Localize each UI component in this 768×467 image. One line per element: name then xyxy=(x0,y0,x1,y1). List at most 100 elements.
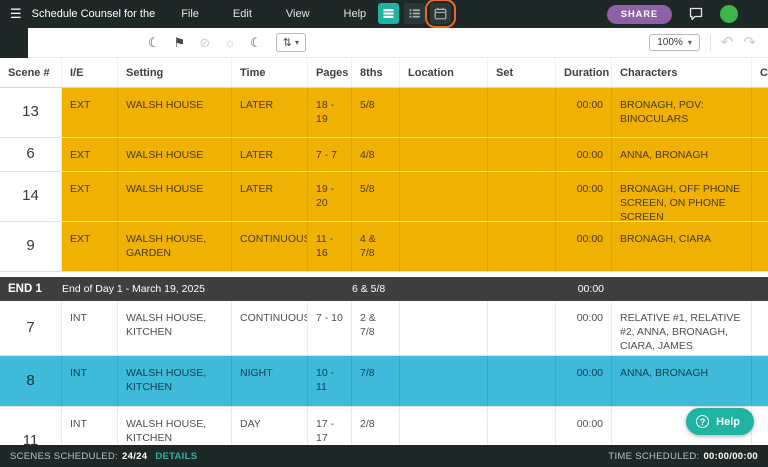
characters-cell: ANNA, BRONAGH xyxy=(612,138,752,171)
scene-row-11[interactable]: 11 INT WALSH HOUSE, KITCHEN DAY 17 - 17 … xyxy=(0,407,768,445)
scene-row-8[interactable]: 8 INT WALSH HOUSE, KITCHEN NIGHT 10 - 11… xyxy=(0,356,768,407)
help-button[interactable]: ? Help xyxy=(686,408,754,435)
calendar-view-button[interactable] xyxy=(430,3,451,24)
setting-cell: WALSH HOUSE, KITCHEN xyxy=(118,407,232,445)
location-cell xyxy=(400,301,488,355)
ie-cell: EXT xyxy=(62,88,118,137)
menu-help[interactable]: Help xyxy=(344,8,367,20)
moon-icon[interactable]: ☾ xyxy=(250,35,262,51)
setting-cell: WALSH HOUSE, KITCHEN xyxy=(118,356,232,406)
toolbar-right-group: 100% ▾ ↶ ↷ xyxy=(649,34,768,51)
setting-cell: WALSH HOUSE xyxy=(118,172,232,221)
setting-cell: WALSH HOUSE, GARDEN xyxy=(118,222,232,271)
app-window: ☰ Schedule Counsel for the File Edit Vie… xyxy=(0,0,768,467)
time-cell: NIGHT xyxy=(232,356,308,406)
calendar-icon xyxy=(434,7,447,20)
details-link[interactable]: DETAILS xyxy=(155,451,197,462)
topbar-right-group: SHARE xyxy=(607,0,738,28)
location-cell xyxy=(400,356,488,406)
day-break-row[interactable]: END 1 End of Day 1 - March 19, 2025 6 & … xyxy=(0,277,768,301)
time-cell: LATER xyxy=(232,88,308,137)
scene-number: 14 xyxy=(0,172,62,221)
schedule-toolbar: ☾ ⚑ ⊘ ☼ ☾ ⇅ ▾ 100% ▾ ↶ ↷ xyxy=(0,28,768,58)
col-set: Set xyxy=(488,58,556,87)
col-scene: Scene # xyxy=(0,58,62,87)
8ths-cell: 5/8 xyxy=(352,88,400,137)
setting-cell: WALSH HOUSE xyxy=(118,138,232,171)
day-break-duration: 00:00 xyxy=(556,283,612,295)
avatar[interactable] xyxy=(720,5,738,23)
menu-edit[interactable]: Edit xyxy=(233,8,252,20)
scene-number: 9 xyxy=(0,222,62,271)
ie-cell: INT xyxy=(62,356,118,406)
day-night-icon[interactable]: ☾ xyxy=(148,35,160,51)
scene-row-14[interactable]: 14 EXT WALSH HOUSE LATER 19 - 20 5/8 00:… xyxy=(0,172,768,222)
toolbar-icon-group: ☾ ⚑ ⊘ ☼ ☾ ⇅ ▾ xyxy=(148,33,306,52)
help-label: Help xyxy=(716,416,740,428)
view-toggle-group xyxy=(378,3,451,24)
co-cell xyxy=(752,356,768,406)
sort-icon: ⇅ xyxy=(283,36,292,49)
duration-cell: 00:00 xyxy=(556,88,612,137)
ie-cell: EXT xyxy=(62,138,118,171)
stripboard-icon xyxy=(382,7,395,20)
co-cell xyxy=(752,407,768,445)
scene-row-13[interactable]: 13 EXT WALSH HOUSE LATER 18 - 19 5/8 00:… xyxy=(0,88,768,138)
scene-row-7[interactable]: 7 INT WALSH HOUSE, KITCHEN CONTINUOUS 7 … xyxy=(0,301,768,356)
scene-row-6[interactable]: 6 EXT WALSH HOUSE LATER 7 - 7 4/8 00:00 … xyxy=(0,138,768,172)
set-cell xyxy=(488,138,556,171)
scene-row-9[interactable]: 9 EXT WALSH HOUSE, GARDEN CONTINUOUS 11 … xyxy=(0,222,768,272)
zoom-select[interactable]: 100% ▾ xyxy=(649,34,700,51)
characters-cell: RELATIVE #1, RELATIVE #2, ANNA, BRONAGH,… xyxy=(612,301,752,355)
duration-cell: 00:00 xyxy=(556,172,612,221)
day-break-label: END 1 xyxy=(0,283,62,295)
menu-file[interactable]: File xyxy=(181,8,199,20)
set-cell xyxy=(488,172,556,221)
set-cell xyxy=(488,407,556,445)
list-view-button[interactable] xyxy=(404,3,425,24)
col-ie: I/E xyxy=(62,58,118,87)
scene-number: 8 xyxy=(0,356,62,406)
list-icon xyxy=(408,7,421,20)
duration-cell: 00:00 xyxy=(556,407,612,445)
col-pages: Pages xyxy=(308,58,352,87)
duration-cell: 00:00 xyxy=(556,301,612,355)
day-break-8ths: 6 & 5/8 xyxy=(352,283,400,295)
ie-cell: EXT xyxy=(62,172,118,221)
chevron-down-icon: ▾ xyxy=(295,38,299,47)
redo-icon[interactable]: ↷ xyxy=(743,35,756,50)
ie-cell: INT xyxy=(62,407,118,445)
sort-dropdown[interactable]: ⇅ ▾ xyxy=(276,33,306,52)
chat-icon[interactable] xyxy=(688,6,704,22)
ie-cell: INT xyxy=(62,301,118,355)
pages-cell: 19 - 20 xyxy=(308,172,352,221)
co-cell xyxy=(752,138,768,171)
chevron-down-icon: ▾ xyxy=(688,38,692,47)
time-cell: CONTINUOUS xyxy=(232,222,308,271)
co-cell xyxy=(752,88,768,137)
statusbar: SCENES SCHEDULED: 24/24 DETAILS TIME SCH… xyxy=(0,445,768,467)
time-scheduled-value: 00:00/00:00 xyxy=(703,451,758,462)
characters-cell: ANNA, BRONAGH xyxy=(612,356,752,406)
pages-cell: 7 - 10 xyxy=(308,301,352,355)
scene-number: 7 xyxy=(0,301,62,355)
location-cell xyxy=(400,172,488,221)
hamburger-menu-icon[interactable]: ☰ xyxy=(10,6,22,22)
stripboard-view-button[interactable] xyxy=(378,3,399,24)
menu-view[interactable]: View xyxy=(286,8,310,20)
ie-cell: EXT xyxy=(62,222,118,271)
duration-cell: 00:00 xyxy=(556,138,612,171)
sun-icon: ☼ xyxy=(224,35,236,50)
pages-cell: 18 - 19 xyxy=(308,88,352,137)
co-cell xyxy=(752,222,768,271)
document-title: Schedule Counsel for the xyxy=(32,8,156,20)
8ths-cell: 7/8 xyxy=(352,356,400,406)
undo-icon[interactable]: ↶ xyxy=(721,35,734,50)
set-cell xyxy=(488,222,556,271)
8ths-cell: 2 & 7/8 xyxy=(352,301,400,355)
8ths-cell: 2/8 xyxy=(352,407,400,445)
col-co: Co xyxy=(752,58,768,87)
flag-icon[interactable]: ⚑ xyxy=(174,35,186,51)
8ths-cell: 4/8 xyxy=(352,138,400,171)
share-button[interactable]: SHARE xyxy=(607,5,672,24)
